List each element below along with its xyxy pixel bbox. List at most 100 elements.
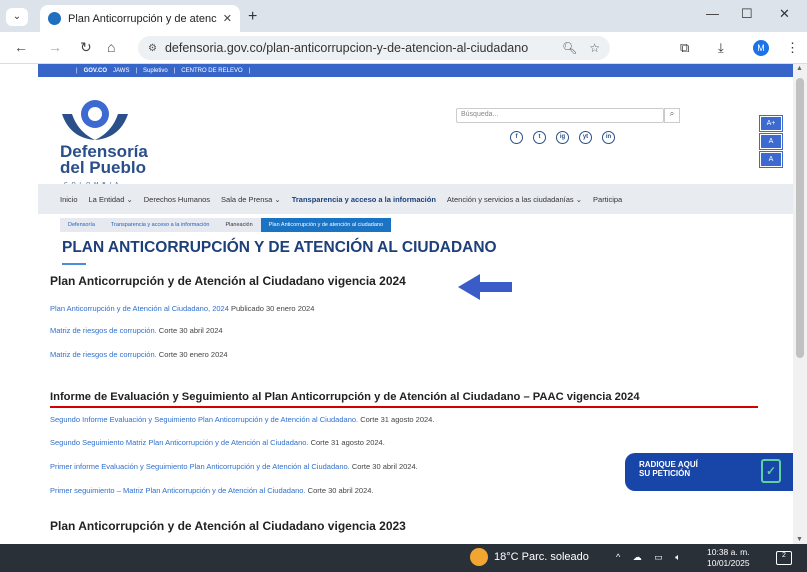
url-text: defensoria.gov.co/plan-anticorrupcion-y-… [164, 41, 529, 55]
list-item: Primer seguimiento – Matriz Plan Anticor… [50, 486, 374, 495]
list-item: Matriz de riesgos de corrupción. Corte 3… [50, 326, 223, 335]
clock[interactable]: 10:38 a. m. 10/01/2025 [707, 547, 750, 569]
section-heading: Plan Anticorrupción y de Atención al Ciu… [50, 519, 406, 533]
item-note: Corte 30 enero 2024 [156, 350, 228, 359]
minimize-button[interactable]: — [706, 6, 719, 21]
forward-icon[interactable]: → [48, 39, 62, 55]
document-link[interactable]: Primer seguimiento – Matriz Plan Anticor… [50, 486, 306, 495]
font-size-controls: A+ A A [759, 115, 783, 170]
new-tab-button[interactable]: + [248, 8, 257, 26]
reload-icon[interactable]: ↻ [80, 39, 92, 56]
browser-chrome: ⌄ Plan Anticorrupción y de atenci ✕ + — … [0, 0, 807, 64]
item-note: Corte 30 abril 2024. [305, 486, 374, 495]
item-note: Corte 30 abril 2024 [156, 326, 223, 335]
clock-time: 10:38 a. m. [707, 547, 750, 557]
gov-bar: | GOV.CO JAWS | Supletivo | CENTRO DE RE… [38, 64, 793, 77]
gov-sep: | [248, 67, 251, 74]
page-title: PLAN ANTICORRUPCIÓN Y DE ATENCIÓN AL CIU… [62, 239, 497, 256]
document-link[interactable]: Matriz de riesgos de corrupción. [50, 350, 157, 359]
breadcrumb-item[interactable]: Planeación [217, 218, 261, 232]
section-heading: Plan Anticorrupción y de Atención al Ciu… [50, 274, 406, 288]
breadcrumb-item[interactable]: Defensoría [60, 218, 103, 232]
address-toolbar: ← → ↻ ⌂ ⚙ defensoria.gov.co/plan-anticor… [0, 32, 807, 64]
twitter-icon[interactable]: t [533, 131, 546, 144]
nav-atencion[interactable]: Atención y servicios a las ciudadanías ⌄ [447, 195, 582, 204]
search-icon[interactable]: ⌕ [664, 108, 680, 123]
profile-avatar[interactable]: M [753, 40, 769, 56]
social-links: f t ig yt in [510, 131, 615, 144]
instagram-icon[interactable]: ig [556, 131, 569, 144]
weather-icon [470, 548, 488, 566]
document-link[interactable]: Plan Anticorrupción y de Atención al Ciu… [50, 304, 229, 313]
page-scrollbar[interactable]: ▲ ▼ [793, 64, 807, 544]
search-input[interactable]: Búsqueda... [456, 108, 664, 123]
nav-entidad[interactable]: La Entidad ⌄ [89, 195, 133, 204]
system-tray-icons[interactable]: ^ ☁ ▭ 🔈︎ [616, 552, 686, 563]
close-window-button[interactable]: ✕ [779, 6, 790, 22]
nav-sala-prensa[interactable]: Sala de Prensa ⌄ [221, 195, 281, 204]
list-item: Segundo Informe Evaluación y Seguimiento… [50, 415, 434, 424]
menu-icon[interactable]: ⋮ [786, 40, 799, 56]
tab-close-icon[interactable]: ✕ [223, 12, 232, 25]
tab-search-button[interactable]: ⌄ [6, 8, 28, 26]
notification-icon[interactable]: 2 [776, 551, 792, 565]
gov-sep: | [173, 67, 176, 74]
document-link[interactable]: Segundo Seguimiento Matriz Plan Anticorr… [50, 438, 309, 447]
gov-sep: | [76, 67, 78, 74]
scroll-up-icon[interactable]: ▲ [796, 65, 803, 72]
section-heading: Informe de Evaluación y Seguimiento al P… [50, 391, 640, 403]
arrow-left-icon [458, 274, 512, 300]
font-decrease-button[interactable]: A [759, 133, 783, 150]
back-icon[interactable]: ← [14, 39, 28, 55]
gov-co-link[interactable]: GOV.CO [84, 68, 107, 74]
favicon-icon [48, 12, 61, 25]
weather-text: 18°C Parc. soleado [494, 551, 589, 563]
logo-text: Defensoría del Pueblo [60, 142, 148, 177]
form-check-icon: ✓ [761, 459, 781, 483]
nav-inicio[interactable]: Inicio [60, 195, 78, 204]
document-link[interactable]: Matriz de riesgos de corrupción. [50, 326, 157, 335]
nav-transparencia[interactable]: Transparencia y acceso a la información [292, 195, 436, 204]
nav-derechos-humanos[interactable]: Derechos Humanos [144, 195, 210, 204]
site-info-icon[interactable]: ⚙ [148, 43, 157, 54]
home-icon[interactable]: ⌂ [107, 39, 115, 55]
maximize-button[interactable]: ☐ [741, 6, 753, 22]
download-icon[interactable]: ⤓ [718, 40, 724, 56]
centro-relevo-link[interactable]: CENTRO DE RELEVO [181, 68, 242, 74]
radique-label-2: SU PETICIÓN [639, 469, 691, 478]
gov-sep: | [135, 67, 138, 74]
document-link[interactable]: Segundo Informe Evaluación y Seguimiento… [50, 415, 358, 424]
jaws-link[interactable]: JAWS [113, 68, 129, 74]
scroll-thumb[interactable] [796, 78, 804, 358]
logo-emblem-icon [62, 100, 128, 140]
extensions-icon[interactable]: ⧉ [680, 40, 689, 56]
zoom-icon[interactable]: 🔍︎ [562, 41, 577, 55]
title-underline [62, 263, 86, 265]
youtube-icon[interactable]: yt [579, 131, 592, 144]
breadcrumb: Defensoría Transparencia y acceso a la i… [60, 218, 392, 232]
item-note: Corte 31 agosto 2024. [308, 438, 385, 447]
supletivo-link[interactable]: Supletivo [143, 68, 168, 74]
heading-underline [50, 406, 758, 408]
url-bar[interactable]: ⚙ defensoria.gov.co/plan-anticorrupcion-… [138, 36, 610, 60]
main-nav: Inicio La Entidad ⌄ Derechos Humanos Sal… [38, 184, 793, 214]
list-item: Matriz de riesgos de corrupción. Corte 3… [50, 350, 228, 359]
breadcrumb-current: Plan Anticorrupción y de atención al ciu… [260, 218, 392, 232]
item-note: Corte 30 abril 2024. [349, 462, 418, 471]
bookmark-star-icon[interactable]: ☆ [589, 41, 600, 55]
breadcrumb-item[interactable]: Transparencia y acceso a la información [102, 218, 218, 232]
browser-tab[interactable]: Plan Anticorrupción y de atenci ✕ [40, 5, 240, 32]
nav-participa[interactable]: Participa [593, 195, 622, 204]
list-item: Segundo Seguimiento Matriz Plan Anticorr… [50, 438, 385, 447]
weather-widget[interactable]: 18°C Parc. soleado [470, 548, 589, 566]
scroll-down-icon[interactable]: ▼ [796, 536, 803, 543]
facebook-icon[interactable]: f [510, 131, 523, 144]
linkedin-icon[interactable]: in [602, 131, 615, 144]
radique-button[interactable]: RADIQUE AQUÍ SU PETICIÓN ✓ [625, 453, 793, 491]
tab-strip: ⌄ Plan Anticorrupción y de atenci ✕ + — … [0, 0, 807, 32]
item-note: Publicado 30 enero 2024 [228, 304, 315, 313]
font-reset-button[interactable]: A [759, 151, 783, 168]
item-note: Corte 31 agosto 2024. [358, 415, 435, 424]
font-increase-button[interactable]: A+ [759, 115, 783, 132]
document-link[interactable]: Primer informe Evaluación y Seguimiento … [50, 462, 350, 471]
